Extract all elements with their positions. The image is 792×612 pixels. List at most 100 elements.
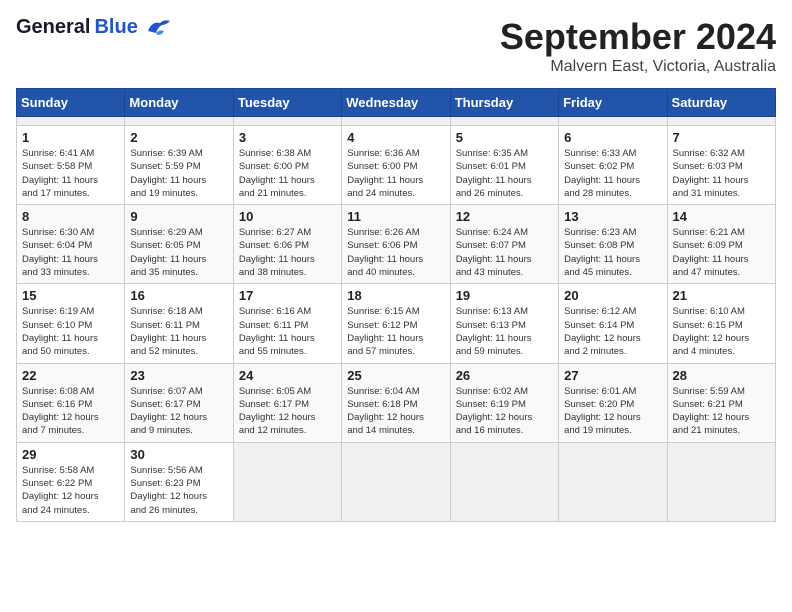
calendar-cell: 26Sunrise: 6:02 AM Sunset: 6:19 PM Dayli… [450, 363, 558, 442]
day-number: 25 [347, 368, 444, 383]
calendar-week-row: 8 Sunrise: 6:30 AM Sunset: 6:04 PM Daylig… [17, 205, 776, 284]
calendar-cell: 29Sunrise: 5:58 AM Sunset: 6:22 PM Dayli… [17, 442, 125, 521]
calendar-cell [559, 117, 667, 126]
calendar-cell: 20 Sunrise: 6:12 AM Sunset: 6:14 PM Dayli… [559, 284, 667, 363]
day-of-week-header: Thursday [450, 89, 558, 117]
calendar-cell: 30 Sunrise: 5:56 AM Sunset: 6:23 PM Dayli… [125, 442, 233, 521]
day-info: Sunrise: 6:38 AM Sunset: 6:00 PM Dayligh… [239, 147, 336, 200]
day-of-week-header: Wednesday [342, 89, 450, 117]
logo: General Blue [16, 16, 172, 39]
day-info: Sunrise: 6:07 AM Sunset: 6:17 PM Dayligh… [130, 385, 227, 438]
calendar-cell: 10 Sunrise: 6:27 AM Sunset: 6:06 PM Dayli… [233, 205, 341, 284]
day-number: 20 [564, 288, 661, 303]
calendar-cell: 22 Sunrise: 6:08 AM Sunset: 6:16 PM Dayli… [17, 363, 125, 442]
day-number: 2 [130, 130, 227, 145]
calendar-cell [342, 117, 450, 126]
day-info: Sunrise: 6:41 AM Sunset: 5:58 PM Dayligh… [22, 147, 119, 200]
calendar-week-row: 1 Sunrise: 6:41 AM Sunset: 5:58 PM Daylig… [17, 126, 776, 205]
calendar-cell: 1 Sunrise: 6:41 AM Sunset: 5:58 PM Daylig… [17, 126, 125, 205]
day-number: 8 [22, 209, 119, 224]
calendar-cell [233, 117, 341, 126]
day-info: Sunrise: 6:12 AM Sunset: 6:14 PM Dayligh… [564, 305, 661, 358]
day-info: Sunrise: 6:36 AM Sunset: 6:00 PM Dayligh… [347, 147, 444, 200]
calendar-cell [667, 442, 775, 521]
day-number: 23 [130, 368, 227, 383]
calendar-cell: 9Sunrise: 6:29 AM Sunset: 6:05 PM Daylig… [125, 205, 233, 284]
calendar-cell: 28Sunrise: 5:59 AM Sunset: 6:21 PM Dayli… [667, 363, 775, 442]
day-info: Sunrise: 6:10 AM Sunset: 6:15 PM Dayligh… [673, 305, 770, 358]
calendar-cell: 15Sunrise: 6:19 AM Sunset: 6:10 PM Dayli… [17, 284, 125, 363]
calendar-cell [125, 117, 233, 126]
calendar-header-row: SundayMondayTuesdayWednesdayThursdayFrid… [17, 89, 776, 117]
day-number: 4 [347, 130, 444, 145]
day-info: Sunrise: 6:21 AM Sunset: 6:09 PM Dayligh… [673, 226, 770, 279]
logo-general-text: General [16, 16, 90, 39]
calendar-cell [233, 442, 341, 521]
calendar-table: SundayMondayTuesdayWednesdayThursdayFrid… [16, 88, 776, 522]
day-number: 17 [239, 288, 336, 303]
day-number: 16 [130, 288, 227, 303]
day-info: Sunrise: 5:56 AM Sunset: 6:23 PM Dayligh… [130, 464, 227, 517]
day-number: 5 [456, 130, 553, 145]
day-number: 27 [564, 368, 661, 383]
calendar-cell: 6Sunrise: 6:33 AM Sunset: 6:02 PM Daylig… [559, 126, 667, 205]
day-info: Sunrise: 6:24 AM Sunset: 6:07 PM Dayligh… [456, 226, 553, 279]
calendar-cell: 25Sunrise: 6:04 AM Sunset: 6:18 PM Dayli… [342, 363, 450, 442]
calendar-cell: 24Sunrise: 6:05 AM Sunset: 6:17 PM Dayli… [233, 363, 341, 442]
day-number: 11 [347, 209, 444, 224]
day-info: Sunrise: 5:58 AM Sunset: 6:22 PM Dayligh… [22, 464, 119, 517]
calendar-cell: 19Sunrise: 6:13 AM Sunset: 6:13 PM Dayli… [450, 284, 558, 363]
day-info: Sunrise: 6:26 AM Sunset: 6:06 PM Dayligh… [347, 226, 444, 279]
day-of-week-header: Monday [125, 89, 233, 117]
calendar-cell [17, 117, 125, 126]
calendar-cell: 2 Sunrise: 6:39 AM Sunset: 5:59 PM Daylig… [125, 126, 233, 205]
day-number: 10 [239, 209, 336, 224]
day-info: Sunrise: 6:16 AM Sunset: 6:11 PM Dayligh… [239, 305, 336, 358]
calendar-week-row: 15Sunrise: 6:19 AM Sunset: 6:10 PM Dayli… [17, 284, 776, 363]
day-info: Sunrise: 6:15 AM Sunset: 6:12 PM Dayligh… [347, 305, 444, 358]
day-info: Sunrise: 6:13 AM Sunset: 6:13 PM Dayligh… [456, 305, 553, 358]
calendar-cell [450, 442, 558, 521]
day-number: 21 [673, 288, 770, 303]
calendar-cell: 11 Sunrise: 6:26 AM Sunset: 6:06 PM Dayli… [342, 205, 450, 284]
day-number: 15 [22, 288, 119, 303]
day-info: Sunrise: 6:23 AM Sunset: 6:08 PM Dayligh… [564, 226, 661, 279]
day-of-week-header: Saturday [667, 89, 775, 117]
day-of-week-header: Tuesday [233, 89, 341, 117]
calendar-cell: 14Sunrise: 6:21 AM Sunset: 6:09 PM Dayli… [667, 205, 775, 284]
day-info: Sunrise: 6:35 AM Sunset: 6:01 PM Dayligh… [456, 147, 553, 200]
calendar-cell: 5 Sunrise: 6:35 AM Sunset: 6:01 PM Daylig… [450, 126, 558, 205]
day-info: Sunrise: 6:30 AM Sunset: 6:04 PM Dayligh… [22, 226, 119, 279]
calendar-cell: 4 Sunrise: 6:36 AM Sunset: 6:00 PM Daylig… [342, 126, 450, 205]
day-of-week-header: Friday [559, 89, 667, 117]
day-number: 13 [564, 209, 661, 224]
calendar-cell: 13 Sunrise: 6:23 AM Sunset: 6:08 PM Dayli… [559, 205, 667, 284]
day-info: Sunrise: 6:18 AM Sunset: 6:11 PM Dayligh… [130, 305, 227, 358]
month-title: September 2024 [500, 16, 776, 58]
day-of-week-header: Sunday [17, 89, 125, 117]
day-number: 3 [239, 130, 336, 145]
calendar-cell [450, 117, 558, 126]
calendar-cell [667, 117, 775, 126]
day-number: 7 [673, 130, 770, 145]
title-block: September 2024 Malvern East, Victoria, A… [500, 16, 776, 76]
day-number: 22 [22, 368, 119, 383]
calendar-week-row [17, 117, 776, 126]
day-info: Sunrise: 6:02 AM Sunset: 6:19 PM Dayligh… [456, 385, 553, 438]
logo-blue-text: Blue [94, 16, 137, 39]
calendar-cell [342, 442, 450, 521]
day-info: Sunrise: 6:08 AM Sunset: 6:16 PM Dayligh… [22, 385, 119, 438]
logo-bird-icon [144, 17, 172, 39]
day-info: Sunrise: 6:29 AM Sunset: 6:05 PM Dayligh… [130, 226, 227, 279]
day-info: Sunrise: 6:27 AM Sunset: 6:06 PM Dayligh… [239, 226, 336, 279]
calendar-cell: 3 Sunrise: 6:38 AM Sunset: 6:00 PM Daylig… [233, 126, 341, 205]
calendar-cell: 23 Sunrise: 6:07 AM Sunset: 6:17 PM Dayli… [125, 363, 233, 442]
day-info: Sunrise: 5:59 AM Sunset: 6:21 PM Dayligh… [673, 385, 770, 438]
calendar-cell: 27Sunrise: 6:01 AM Sunset: 6:20 PM Dayli… [559, 363, 667, 442]
day-info: Sunrise: 6:39 AM Sunset: 5:59 PM Dayligh… [130, 147, 227, 200]
day-number: 1 [22, 130, 119, 145]
day-info: Sunrise: 6:33 AM Sunset: 6:02 PM Dayligh… [564, 147, 661, 200]
day-number: 12 [456, 209, 553, 224]
calendar-cell: 8 Sunrise: 6:30 AM Sunset: 6:04 PM Daylig… [17, 205, 125, 284]
day-number: 30 [130, 447, 227, 462]
